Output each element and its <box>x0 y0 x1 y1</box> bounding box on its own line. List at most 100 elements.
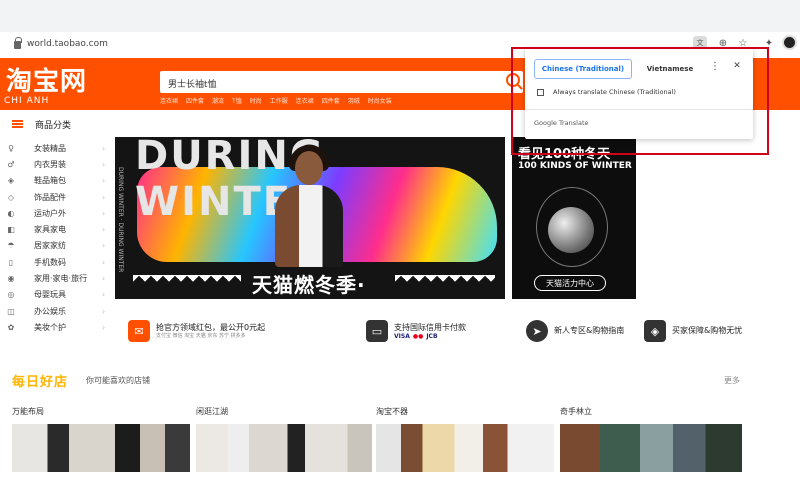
highlight-box <box>511 47 769 155</box>
category-item[interactable]: ◐ 运动户外 › <box>6 205 116 221</box>
daily-shops-section: 每日好店 你可能喜欢的店铺 更多 万能布局 闲逛江湖 淘宝不器 奇手林立 <box>4 362 748 500</box>
category-icon: ◐ <box>7 208 15 218</box>
category-label: 饰品配件 <box>34 192 66 202</box>
category-icon: ◫ <box>7 306 15 316</box>
shield-icon: ◈ <box>644 320 666 342</box>
hot-word[interactable]: 潮流 <box>212 96 224 105</box>
chevron-right-icon: › <box>102 290 106 300</box>
shop-category-title[interactable]: 奇手林立 <box>560 406 592 417</box>
promo-cta-button[interactable]: 天猫活力中心 <box>534 275 606 291</box>
wallet-icon: ▭ <box>366 320 388 342</box>
hot-word[interactable]: 连衣裙 <box>296 96 314 105</box>
red-packet-icon: ✉ <box>128 320 150 342</box>
category-item[interactable]: ▯ 手机数码 › <box>6 254 116 270</box>
shop-product-image[interactable] <box>560 424 742 472</box>
category-icon: ◉ <box>7 274 15 284</box>
address-bar[interactable]: world.taobao.com <box>6 34 506 54</box>
category-label: 家具家电 <box>34 225 66 235</box>
chevron-right-icon: › <box>102 322 106 332</box>
hot-word[interactable]: 四件套 <box>322 96 340 105</box>
services-row: ✉ 抢官方领域红包，最公开0元起 支付宝 微信 淘宝 天猫 京东 苏宁 拼多多 … <box>128 318 758 344</box>
url-text[interactable]: world.taobao.com <box>27 39 108 49</box>
banner-slogan: 天猫燃冬季· <box>252 273 366 297</box>
promo-ball-image <box>548 207 594 253</box>
category-label: 女装精品 <box>34 143 66 153</box>
payment-logos: VISA ●● JCB <box>394 333 466 340</box>
lock-icon[interactable] <box>14 37 22 49</box>
category-item[interactable]: ◇ 饰品配件 › <box>6 189 116 205</box>
category-label: 内衣男装 <box>34 159 66 169</box>
hot-word[interactable]: 连衣裙 <box>160 96 178 105</box>
category-item[interactable]: ☂ 居家家纺 › <box>6 238 116 254</box>
chevron-right-icon: › <box>102 257 106 267</box>
service-title: 新人专区&购物指南 <box>554 326 625 335</box>
hero-banner[interactable]: DURING WINTER DURING WINTER · DURING WIN… <box>115 137 505 299</box>
category-label: 居家家纺 <box>34 241 66 251</box>
profile-avatar[interactable] <box>782 35 797 50</box>
chevron-right-icon: › <box>102 143 106 153</box>
compass-icon: ➤ <box>526 320 548 342</box>
service-red-packet[interactable]: ✉ 抢官方领域红包，最公开0元起 支付宝 微信 淘宝 天猫 京东 苏宁 拼多多 <box>128 318 265 344</box>
promo-subtitle: 100 KINDS OF WINTER <box>518 161 632 171</box>
category-label: 运动户外 <box>34 208 66 218</box>
logo-watermark: CHI ANH <box>4 96 50 106</box>
banner-model-image <box>267 145 351 267</box>
category-label: 母婴玩具 <box>34 290 66 300</box>
shop-category-title[interactable]: 淘宝不器 <box>376 406 408 417</box>
chevron-right-icon: › <box>102 274 106 284</box>
category-icon: ◎ <box>7 290 15 300</box>
category-label: 鞋品箱包 <box>34 176 66 186</box>
category-item[interactable]: ◫ 办公娱乐 › <box>6 303 116 319</box>
hot-word[interactable]: 工作服 <box>270 96 288 105</box>
category-label: 美妆个护 <box>34 322 66 332</box>
hot-word[interactable]: 四件套 <box>186 96 204 105</box>
category-icon: ▯ <box>8 257 14 267</box>
service-subtitle: 支付宝 微信 淘宝 天猫 京东 苏宁 拼多多 <box>156 332 246 339</box>
category-icon: ♂ <box>7 159 15 169</box>
service-buyer-protection[interactable]: ◈ 买家保障&购物无忧 <box>644 318 742 344</box>
shop-product-image[interactable] <box>376 424 554 472</box>
service-new-user-guide[interactable]: ➤ 新人专区&购物指南 <box>526 318 624 344</box>
hot-word[interactable]: 时尚女装 <box>368 96 392 105</box>
visa-logo: VISA <box>394 332 410 340</box>
hot-search-words: 连衣裙 四件套 潮流 T恤 时尚 工作服 连衣裙 四件套 羽绒 时尚女装 <box>160 96 392 105</box>
chevron-right-icon: › <box>102 159 106 169</box>
daily-shops-logo: 每日好店 <box>12 375 69 390</box>
mastercard-logo: ●● <box>412 332 424 340</box>
category-item[interactable]: ◎ 母婴玩具 › <box>6 287 116 303</box>
category-icon: ◈ <box>7 176 15 186</box>
shop-category-title[interactable]: 闲逛江湖 <box>196 406 228 417</box>
service-credit-card[interactable]: ▭ 支持国际信用卡付款 VISA ●● JCB <box>366 318 466 344</box>
search-input[interactable]: 男士长袖t恤 <box>160 71 523 93</box>
category-item[interactable]: ♀ 女装精品 › <box>6 140 116 156</box>
category-item[interactable]: ◉ 家用·家电·旅行 › <box>6 270 116 286</box>
shop-category-title[interactable]: 万能布局 <box>12 406 44 417</box>
daily-more-link[interactable]: 更多 <box>724 375 740 386</box>
service-title: 买家保障&购物无忧 <box>672 326 743 335</box>
category-item[interactable]: ◈ 鞋品箱包 › <box>6 173 116 189</box>
category-icon: ◇ <box>7 192 15 202</box>
banner-side-text: DURING WINTER · DURING WINTER <box>117 167 124 273</box>
hot-word[interactable]: 羽绒 <box>348 96 360 105</box>
logo-text: 淘宝网 <box>6 67 88 97</box>
category-label: 家用·家电·旅行 <box>34 274 88 284</box>
hot-word[interactable]: 时尚 <box>250 96 262 105</box>
category-label: 手机数码 <box>34 257 66 267</box>
category-list: ♀ 女装精品 › ♂ 内衣男装 › ◈ 鞋品箱包 › ◇ 饰品配件 › ◐ 运动户外 › ◧ 家具家电 › ☂ 居家家… <box>6 140 116 346</box>
category-icon: ☂ <box>7 241 15 251</box>
shop-product-image[interactable] <box>12 424 190 472</box>
service-title: 支持国际信用卡付款 <box>394 322 466 332</box>
category-icon: ♀ <box>8 143 14 153</box>
hot-word[interactable]: T恤 <box>232 96 242 105</box>
category-item[interactable]: ◧ 家具家电 › <box>6 221 116 237</box>
shop-product-image[interactable] <box>196 424 372 472</box>
category-icon: ✿ <box>7 322 15 332</box>
taobao-logo[interactable]: 淘宝网 CHI ANH <box>4 67 106 108</box>
category-icon: ◧ <box>7 225 15 235</box>
category-header[interactable]: 商品分类 <box>0 113 118 135</box>
chevron-right-icon: › <box>102 192 106 202</box>
category-item[interactable]: ✿ 美妆个护 › <box>6 319 116 335</box>
side-promo[interactable]: 看见100种冬天 100 KINDS OF WINTER 天猫活力中心 <box>512 137 636 299</box>
menu-icon[interactable] <box>12 120 23 128</box>
category-item[interactable]: ♂ 内衣男装 › <box>6 156 116 172</box>
